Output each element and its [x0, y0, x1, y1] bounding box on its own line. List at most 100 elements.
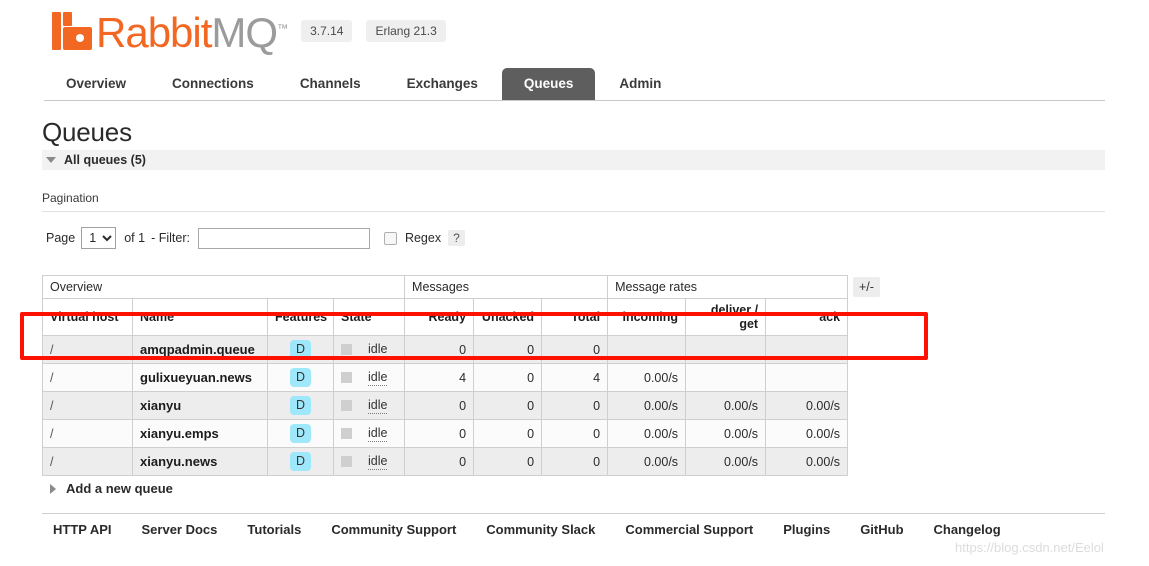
group-header-messages: Messages — [404, 275, 609, 299]
column-header-total[interactable]: Total — [541, 298, 609, 336]
footer-link-changelog[interactable]: Changelog — [934, 522, 1001, 537]
footer-link-server-docs[interactable]: Server Docs — [142, 522, 218, 537]
footer-link-http-api[interactable]: HTTP API — [53, 522, 112, 537]
column-header-state[interactable]: State — [332, 298, 406, 336]
table-column-header-row: Virtual host Name Features State Ready U… — [42, 298, 849, 336]
column-header-virtual-host[interactable]: Virtual host — [42, 298, 133, 336]
cell-ack — [765, 363, 849, 392]
queues-table: Overview Messages Message rates Virtual … — [41, 275, 849, 476]
durable-badge[interactable]: D — [289, 340, 312, 359]
cell-incoming: 0.00/s — [607, 363, 687, 392]
column-toggle-button[interactable]: +/- — [853, 277, 880, 297]
cell-queue-name[interactable]: xianyu.emps — [132, 419, 268, 448]
footer-link-tutorials[interactable]: Tutorials — [247, 522, 301, 537]
table-group-header-row: Overview Messages Message rates — [41, 275, 849, 299]
chevron-down-icon — [46, 157, 56, 163]
cell-ready: 4 — [404, 363, 475, 392]
logo-text-rabbit: Rabbit — [96, 9, 212, 56]
regex-checkbox[interactable] — [383, 231, 397, 245]
column-header-ready[interactable]: Ready — [404, 298, 475, 336]
rabbitmq-management-page: RabbitMQ™ 3.7.14 Erlang 21.3 Overview Co… — [0, 0, 1149, 566]
cell-ready: 0 — [404, 447, 475, 476]
column-header-deliver-get[interactable]: deliver / get — [685, 298, 767, 336]
cell-virtual-host: / — [42, 391, 133, 420]
cell-queue-name[interactable]: gulixueyuan.news — [132, 363, 268, 392]
cell-ack: 0.00/s — [765, 391, 849, 420]
cell-ready: 0 — [404, 335, 475, 364]
cell-ack: 0.00/s — [765, 419, 849, 448]
cell-deliver-get — [685, 363, 767, 392]
column-header-ack[interactable]: ack — [765, 298, 849, 336]
rabbitmq-logo-icon — [52, 12, 92, 50]
footer-link-plugins[interactable]: Plugins — [783, 522, 830, 537]
durable-badge[interactable]: D — [289, 424, 312, 443]
cell-total: 0 — [541, 419, 609, 448]
footer-link-community-slack[interactable]: Community Slack — [486, 522, 595, 537]
durable-badge[interactable]: D — [289, 396, 312, 415]
queues-table-body: / amqpadmin.queue D idle 0 0 0 / gulixue… — [42, 335, 849, 476]
cell-incoming: 0.00/s — [607, 391, 687, 420]
group-header-overview: Overview — [41, 275, 406, 299]
add-new-queue-section[interactable]: Add a new queue — [50, 481, 173, 496]
tab-exchanges[interactable]: Exchanges — [385, 68, 500, 100]
cell-deliver-get: 0.00/s — [685, 419, 767, 448]
cell-queue-name[interactable]: amqpadmin.queue — [132, 335, 268, 364]
logo-wordmark: RabbitMQ™ — [96, 8, 288, 56]
column-header-unacked[interactable]: Unacked — [473, 298, 543, 336]
cell-deliver-get: 0.00/s — [685, 391, 767, 420]
page-select[interactable]: 1 — [81, 227, 117, 249]
cell-features: D — [267, 335, 334, 364]
cell-virtual-host: / — [42, 419, 133, 448]
column-header-name[interactable]: Name — [132, 298, 268, 336]
cell-incoming: 0.00/s — [607, 419, 687, 448]
column-header-features[interactable]: Features — [267, 298, 334, 336]
all-queues-section-header[interactable]: All queues (5) — [42, 150, 1105, 170]
filter-input[interactable] — [197, 227, 370, 249]
state-text: idle — [368, 397, 388, 414]
table-row[interactable]: / xianyu.emps D idle 0 0 0 0.00/s 0.00/s… — [42, 419, 849, 448]
cell-ready: 0 — [404, 419, 475, 448]
table-row[interactable]: / xianyu.news D idle 0 0 0 0.00/s 0.00/s… — [42, 447, 849, 476]
cell-queue-name[interactable]: xianyu.news — [132, 447, 268, 476]
cell-total: 0 — [541, 335, 609, 364]
state-text: idle — [368, 425, 388, 442]
cell-unacked: 0 — [473, 447, 543, 476]
cell-virtual-host: / — [42, 335, 133, 364]
cell-incoming: 0.00/s — [607, 447, 687, 476]
table-row[interactable]: / amqpadmin.queue D idle 0 0 0 — [42, 335, 849, 364]
column-header-incoming[interactable]: incoming — [607, 298, 687, 336]
tab-overview[interactable]: Overview — [44, 68, 148, 100]
cell-incoming — [607, 335, 687, 364]
tab-queues[interactable]: Queues — [501, 68, 596, 100]
cell-state: idle — [332, 419, 406, 448]
durable-badge[interactable]: D — [289, 452, 312, 471]
table-row[interactable]: / gulixueyuan.news D idle 4 0 4 0.00/s — [42, 363, 849, 392]
cell-ack — [765, 335, 849, 364]
footer-link-community-support[interactable]: Community Support — [331, 522, 456, 537]
cell-virtual-host: / — [42, 447, 133, 476]
pagination-divider — [42, 211, 1105, 212]
state-text: idle — [368, 453, 388, 470]
footer-link-commercial-support[interactable]: Commercial Support — [625, 522, 753, 537]
cell-total: 0 — [541, 391, 609, 420]
cell-deliver-get — [685, 335, 767, 364]
app-header: RabbitMQ™ 3.7.14 Erlang 21.3 — [52, 8, 446, 54]
tab-channels[interactable]: Channels — [278, 68, 383, 100]
state-swatch-icon — [341, 372, 352, 383]
page-title: Queues — [42, 117, 132, 147]
tab-connections[interactable]: Connections — [150, 68, 276, 100]
table-row[interactable]: / xianyu D idle 0 0 0 0.00/s 0.00/s 0.00… — [42, 391, 849, 420]
cell-queue-name[interactable]: xianyu — [132, 391, 268, 420]
footer-link-github[interactable]: GitHub — [860, 522, 903, 537]
version-badge: 3.7.14 — [301, 20, 353, 42]
regex-label: Regex — [404, 231, 442, 245]
tab-admin[interactable]: Admin — [597, 68, 683, 100]
state-swatch-icon — [341, 456, 352, 467]
page-label: Page — [46, 231, 76, 245]
cell-deliver-get: 0.00/s — [685, 447, 767, 476]
page-total-label: of 1 — [124, 231, 146, 245]
cell-state: idle — [332, 447, 406, 476]
watermark-text: https://blog.csdn.net/Eelol — [955, 540, 1104, 555]
regex-help-icon[interactable]: ? — [448, 230, 465, 246]
durable-badge[interactable]: D — [289, 368, 312, 387]
